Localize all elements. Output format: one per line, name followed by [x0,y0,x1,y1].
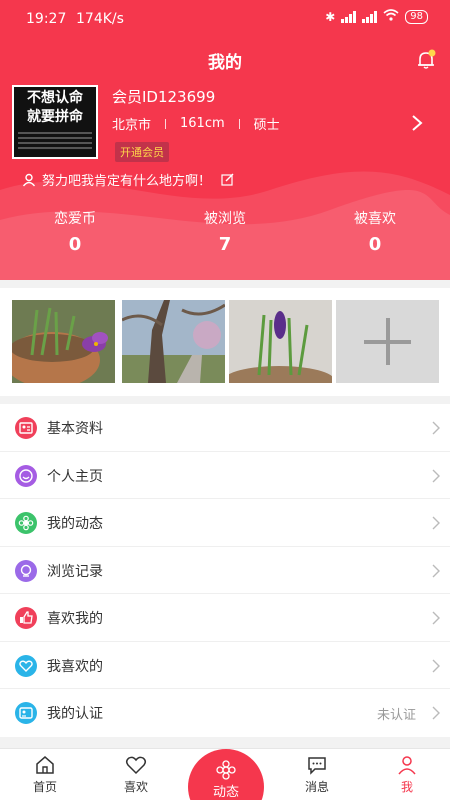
menu-item-label: 我的认证 [47,706,103,722]
avatar-text-line2: 就要拼命 [27,109,83,125]
separator [165,118,167,129]
chevron-right-icon [432,611,440,625]
stat-label: 被浏览 [204,211,246,227]
stat-value: 0 [368,234,382,255]
nav-label: 我 [400,780,413,794]
id-card-icon [15,702,37,724]
status-bar: 19:27 174K/s ✱ 98 [0,0,450,38]
profile-header: 19:27 174K/s ✱ 98 我的 不想认命 就要拼命 会员ID12369… [0,0,450,280]
signal-icon-2 [362,10,378,23]
profile-card-icon [15,417,37,439]
nav-likes[interactable]: 喜欢 [106,755,166,795]
menu-item-label: 我喜欢的 [47,658,103,675]
edit-icon[interactable] [221,173,234,186]
menu-item-liked-me[interactable]: 喜欢我的 [0,594,450,642]
profile-motto[interactable]: 努力吧我肯定有什么地方啊！ [22,170,234,189]
home-icon [36,756,54,774]
bluetooth-icon: ✱ [325,9,336,24]
user-icon [398,756,416,775]
nav-label: 喜欢 [123,780,148,794]
menu-item-label: 我的动态 [47,516,103,532]
flower-icon [15,512,37,534]
menu-list: 基本资料 个人主页 我的动态 浏览记录 喜欢我的 我喜欢的 我的认证 未认证 [0,404,450,737]
bell-icon[interactable] [414,48,438,72]
chevron-right-icon [432,516,440,530]
separator [238,118,240,129]
avatar-text-line1: 不想认命 [27,90,83,106]
stat-label: 被喜欢 [354,211,396,227]
chevron-right-icon [432,659,440,672]
avatar[interactable]: 不想认命 就要拼命 [12,85,98,159]
nav-label: 首页 [32,780,57,794]
menu-item-homepage[interactable]: 个人主页 [0,452,450,499]
menu-item-label: 基本资料 [47,421,103,437]
nav-label: 动态 [212,785,239,800]
profile-education: 硕士 [253,118,280,133]
chat-bubble-icon [308,757,326,775]
photo-thumbnail[interactable] [12,300,115,383]
profile-city: 北京市 [112,118,152,133]
photo-thumbnail[interactable] [229,300,332,383]
chevron-right-icon [432,564,440,577]
flower-icon [216,760,236,780]
chevron-right-icon[interactable] [410,114,424,132]
verification-status: 未认证 [376,708,416,723]
profile-height: 161cm [180,116,225,131]
wifi-icon [383,9,399,24]
member-id: 会员ID123699 [112,88,216,106]
heart-icon [125,756,147,775]
nav-messages[interactable]: 消息 [287,755,347,795]
user-icon [22,173,36,186]
menu-item-label: 个人主页 [47,468,103,485]
nav-me[interactable]: 我 [377,755,437,795]
stat-value: 0 [68,234,82,255]
nav-label: 消息 [304,780,329,794]
stat-value: 7 [218,234,232,255]
profile-info: 北京市 161cm 硕士 [112,114,280,133]
stat-coins[interactable]: 恋爱币 0 [0,208,150,255]
bottom-nav: 首页 喜欢 动态 消息 我 [0,748,450,800]
vip-button[interactable]: 开通会员 [115,142,169,162]
smile-icon [15,464,37,487]
battery-icon: 98 [405,9,428,24]
menu-item-moments[interactable]: 我的动态 [0,499,450,547]
stat-liked[interactable]: 被喜欢 0 [300,208,450,255]
avatar-fine-print-decoration [14,127,96,154]
menu-item-label: 喜欢我的 [47,611,103,627]
menu-item-history[interactable]: 浏览记录 [0,547,450,594]
status-network-speed: 174K/s [76,11,124,27]
signal-icon [341,10,357,23]
page-title: 我的 [208,53,242,73]
chevron-right-icon [432,469,440,482]
nav-moments[interactable]: 动态 [188,749,264,800]
nav-home[interactable]: 首页 [15,755,75,795]
status-time: 19:27 [26,11,67,27]
history-icon [15,559,37,582]
menu-item-verification[interactable]: 我的认证 未认证 [0,689,450,737]
stats-bar: 恋爱币 0 被浏览 7 被喜欢 0 [0,208,450,255]
thumbs-up-icon [15,607,37,629]
menu-item-i-like[interactable]: 我喜欢的 [0,642,450,689]
menu-item-label: 浏览记录 [47,563,103,580]
chevron-right-icon [432,421,440,435]
menu-item-basic-info[interactable]: 基本资料 [0,404,450,452]
photo-thumbnail[interactable] [122,300,225,383]
add-photo-button[interactable] [336,300,439,383]
heart-icon [15,654,37,677]
chevron-right-icon [432,706,440,720]
photo-strip [0,288,450,396]
motto-text: 努力吧我肯定有什么地方啊！ [42,174,212,189]
stat-label: 恋爱币 [54,211,96,227]
stat-viewed[interactable]: 被浏览 7 [150,208,300,255]
status-icons: ✱ 98 [325,9,428,24]
